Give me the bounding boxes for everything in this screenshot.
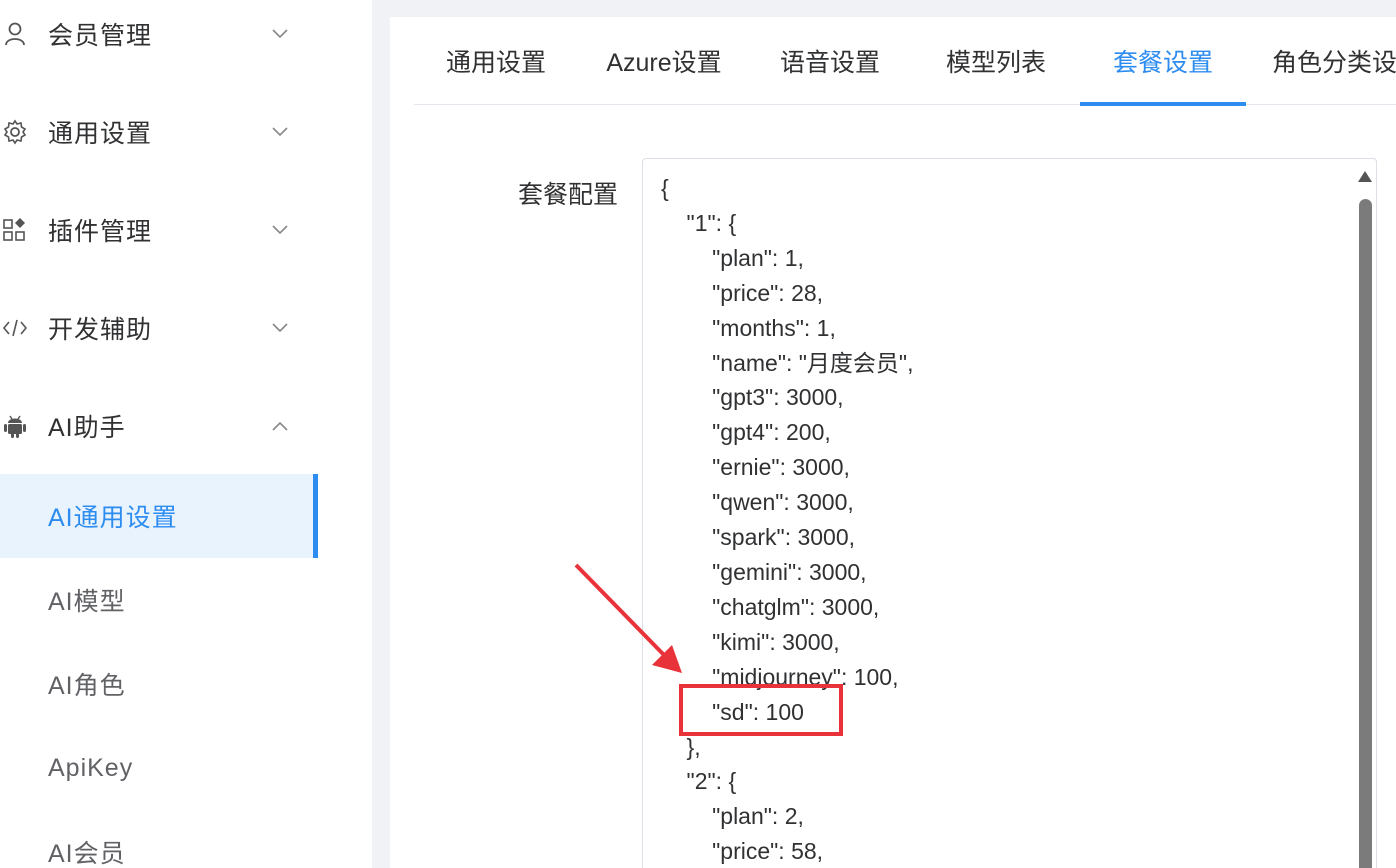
sub-item-ai-general-settings[interactable]: AI通用设置 bbox=[0, 474, 318, 558]
tab-model-list[interactable]: 模型列表 bbox=[924, 17, 1068, 105]
code-line: { bbox=[661, 175, 669, 201]
code-icon bbox=[2, 315, 28, 341]
chevron-down-icon bbox=[270, 24, 290, 44]
menu-dev-assist[interactable]: 开发辅助 bbox=[0, 300, 318, 356]
menu-label: 会员管理 bbox=[48, 22, 153, 50]
code-line: "price": 28, bbox=[661, 279, 824, 306]
android-icon bbox=[2, 413, 28, 439]
menu-label: 开发辅助 bbox=[48, 316, 153, 344]
code-line: "price": 58, bbox=[661, 838, 824, 865]
settings-panel: 通用设置 Azure设置 语音设置 模型列表 套餐设置 角色分类设 套餐配置 {… bbox=[390, 17, 1396, 868]
sub-item-apikey[interactable]: ApiKey bbox=[0, 726, 318, 810]
code-line: "gpt3": 3000, bbox=[661, 384, 844, 411]
sub-item-ai-roles[interactable]: AI角色 bbox=[0, 642, 318, 726]
chevron-up-icon bbox=[270, 416, 290, 436]
code-line: "months": 1, bbox=[661, 314, 836, 341]
menu-label: 通用设置 bbox=[48, 120, 153, 148]
code-line: "2": { bbox=[661, 768, 737, 795]
menu-member-management[interactable]: 会员管理 bbox=[0, 6, 318, 62]
menu-label: 插件管理 bbox=[48, 218, 153, 246]
tab-voice-settings[interactable]: 语音设置 bbox=[758, 17, 902, 105]
gear-icon bbox=[2, 119, 28, 145]
sub-item-label: AI角色 bbox=[48, 672, 126, 700]
menu-ai-assistant[interactable]: AI助手 bbox=[0, 398, 318, 454]
menu-plugin-management[interactable]: 插件管理 bbox=[0, 202, 318, 258]
code-line: "gpt4": 200, bbox=[661, 419, 831, 446]
annotation-highlight-box bbox=[679, 684, 843, 736]
sub-item-label: AI通用设置 bbox=[48, 504, 178, 532]
menu-general-settings[interactable]: 通用设置 bbox=[0, 104, 318, 160]
tab-role-category[interactable]: 角色分类设 bbox=[1272, 17, 1396, 105]
tab-general-settings[interactable]: 通用设置 bbox=[426, 17, 566, 105]
sub-item-ai-members[interactable]: AI会员 bbox=[0, 810, 318, 868]
code-line: "gemini": 3000, bbox=[661, 558, 867, 585]
user-icon bbox=[2, 21, 28, 47]
chevron-down-icon bbox=[270, 122, 290, 142]
sub-item-ai-models[interactable]: AI模型 bbox=[0, 558, 318, 642]
code-line: "name": "月度会员", bbox=[661, 349, 914, 376]
code-content[interactable]: { "1": { "plan": 1, "price": 28, "months… bbox=[661, 171, 913, 868]
code-line: "plan": 1, bbox=[661, 244, 804, 271]
code-line: "chatglm": 3000, bbox=[661, 593, 880, 620]
code-line: }, bbox=[661, 733, 701, 760]
tab-bar: 通用设置 Azure设置 语音设置 模型列表 套餐设置 角色分类设 bbox=[414, 17, 1396, 106]
sidebar: 会员管理 通用设置 插件管理 开发辅助 AI助手 AI通用设置 AI模型 AI角… bbox=[0, 0, 372, 868]
tab-package-settings[interactable]: 套餐设置 bbox=[1080, 17, 1246, 106]
code-line: "1": { bbox=[661, 209, 737, 236]
code-line: "ernie": 3000, bbox=[661, 454, 850, 481]
sub-item-label: AI模型 bbox=[48, 588, 126, 616]
chevron-down-icon bbox=[270, 220, 290, 240]
code-line: "spark": 3000, bbox=[661, 524, 856, 551]
scrollbar[interactable] bbox=[1354, 159, 1376, 868]
tab-azure-settings[interactable]: Azure设置 bbox=[592, 17, 736, 105]
scroll-thumb[interactable] bbox=[1359, 199, 1372, 868]
package-config-label: 套餐配置 bbox=[518, 181, 619, 209]
chevron-down-icon bbox=[270, 318, 290, 338]
package-config-textarea[interactable]: { "1": { "plan": 1, "price": 28, "months… bbox=[642, 158, 1377, 868]
scroll-up-arrow-icon[interactable] bbox=[1358, 171, 1372, 182]
sub-item-label: ApiKey bbox=[48, 753, 134, 782]
sub-item-label: AI会员 bbox=[48, 840, 126, 868]
annotation-arrow-icon bbox=[574, 563, 682, 673]
menu-label: AI助手 bbox=[48, 414, 126, 442]
code-line: "qwen": 3000, bbox=[661, 489, 854, 516]
code-line: "plan": 2, bbox=[661, 803, 804, 830]
plugin-icon bbox=[2, 217, 28, 243]
